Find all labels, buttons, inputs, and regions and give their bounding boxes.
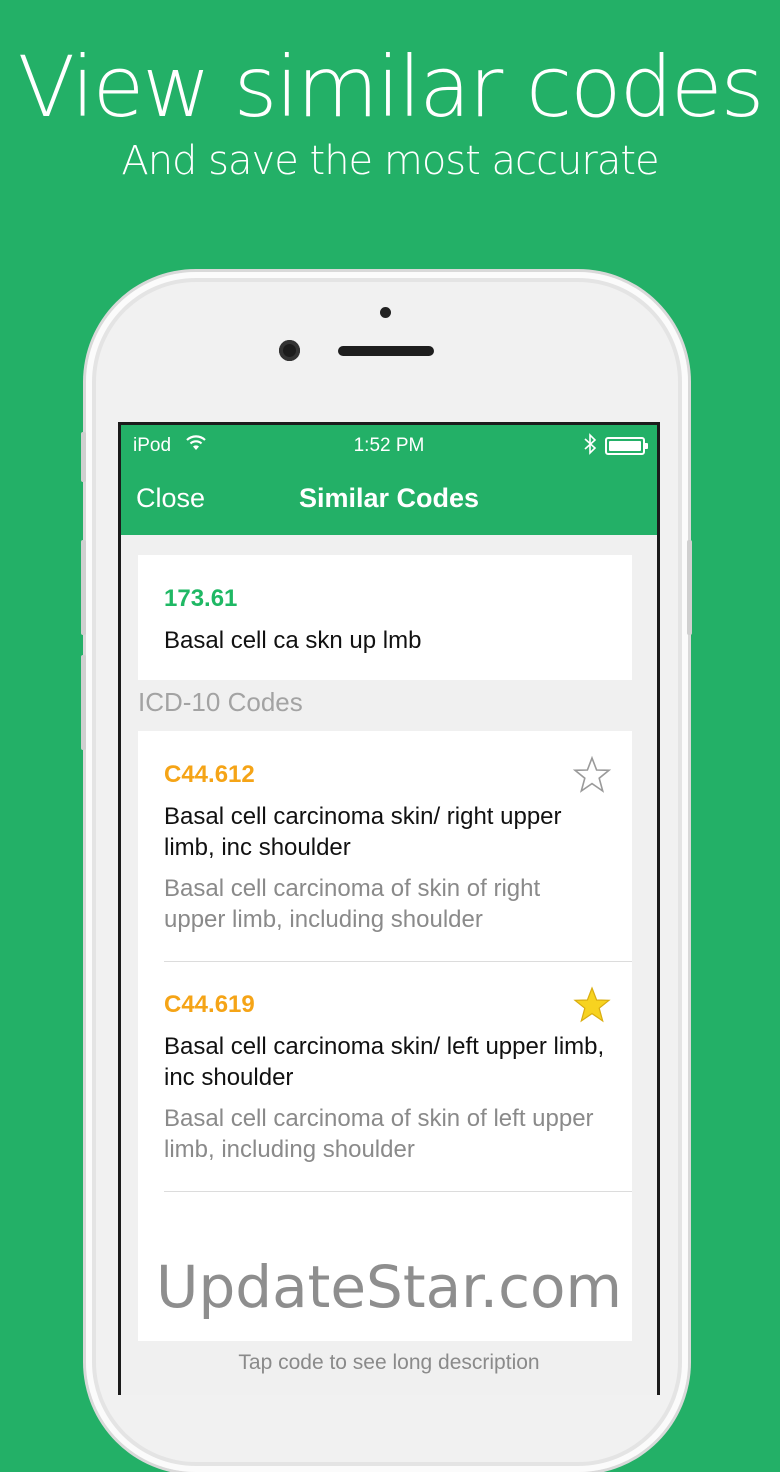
earpiece-speaker [338,346,434,356]
row-divider [164,1191,632,1192]
code-short-description: Basal cell carcinoma skin/ left upper li… [164,1033,605,1091]
volume-up-button [81,540,86,635]
proximity-sensor [380,307,391,318]
code-long-description: Basal cell carcinoma of skin of right up… [164,875,541,933]
volume-down-button [81,655,86,750]
source-code: 173.61 [164,585,238,612]
code-value: C44.619 [164,991,255,1018]
watermark: UpdateStar.com [156,1253,622,1321]
nav-bar: iPod 1:52 PM Close Similar Codes [121,425,657,535]
promo-headline: View similar codes [17,38,765,136]
code-row[interactable]: C44.619 Basal cell carcinoma skin/ left … [164,962,632,1192]
star-filled-icon[interactable] [572,985,612,1025]
code-value: C44.612 [164,761,255,788]
source-short-description: Basal cell ca skn up lmb [164,627,422,654]
battery-icon [605,437,648,455]
code-row[interactable]: C44.612 Basal cell carcinoma skin/ right… [164,731,632,961]
front-camera [279,340,300,361]
nav-title: Similar Codes [298,483,480,513]
mute-switch [81,432,86,482]
promo-subline: And save the most accurate [121,138,659,184]
footer-hint: Tap code to see long description [238,1351,540,1374]
phone-screen: iPod 1:52 PM Close Similar Codes 173.61 … [118,422,660,1395]
star-outline-icon[interactable] [572,755,612,795]
bluetooth-icon [584,433,597,455]
icd10-codes-card: C44.612 Basal cell carcinoma skin/ right… [138,731,632,1341]
code-short-description: Basal cell carcinoma skin/ right upper l… [164,803,562,861]
source-code-card[interactable]: 173.61 Basal cell ca skn up lmb [138,555,632,680]
code-long-description: Basal cell carcinoma of skin of left upp… [164,1105,594,1163]
power-button [687,540,692,635]
section-header: ICD-10 Codes [138,687,303,717]
status-time: 1:52 PM [353,435,425,456]
